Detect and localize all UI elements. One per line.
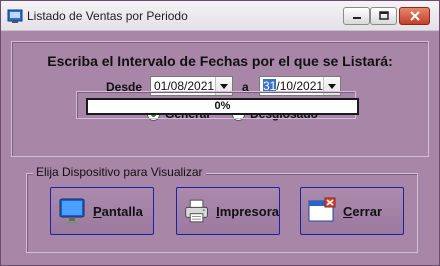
progress-text: 0% xyxy=(214,100,231,112)
minimize-icon xyxy=(352,17,361,19)
device-group-legend: Elija Dispositivo para Visualizar xyxy=(33,165,206,179)
close-icon xyxy=(409,11,420,21)
impresora-button[interactable]: Impresora xyxy=(176,187,280,235)
progress-bar: 0% xyxy=(86,98,359,115)
report-window: Listado de Ventas por Periodo Escriba el… xyxy=(0,0,440,266)
app-icon xyxy=(7,9,23,23)
pantalla-button[interactable]: Pantalla xyxy=(50,187,154,235)
pantalla-label: Pantalla xyxy=(93,203,143,219)
minimize-button[interactable] xyxy=(343,7,370,25)
maximize-button[interactable] xyxy=(370,7,397,25)
printer-icon xyxy=(185,199,208,223)
form-heading: Escriba el Intervalo de Fechas por el qu… xyxy=(47,53,393,69)
monitor-icon xyxy=(59,198,85,224)
window-title: Listado de Ventas por Periodo xyxy=(27,9,188,23)
cerrar-button[interactable]: Cerrar xyxy=(300,187,404,235)
close-window-button[interactable] xyxy=(399,7,430,25)
title-bar[interactable]: Listado de Ventas por Periodo xyxy=(1,1,439,31)
impresora-label: Impresora xyxy=(216,203,279,219)
chevron-down-icon xyxy=(220,83,228,89)
chevron-down-icon xyxy=(328,83,336,89)
close-window-icon xyxy=(308,197,336,222)
maximize-icon xyxy=(378,11,389,20)
cerrar-label: Cerrar xyxy=(343,203,383,219)
